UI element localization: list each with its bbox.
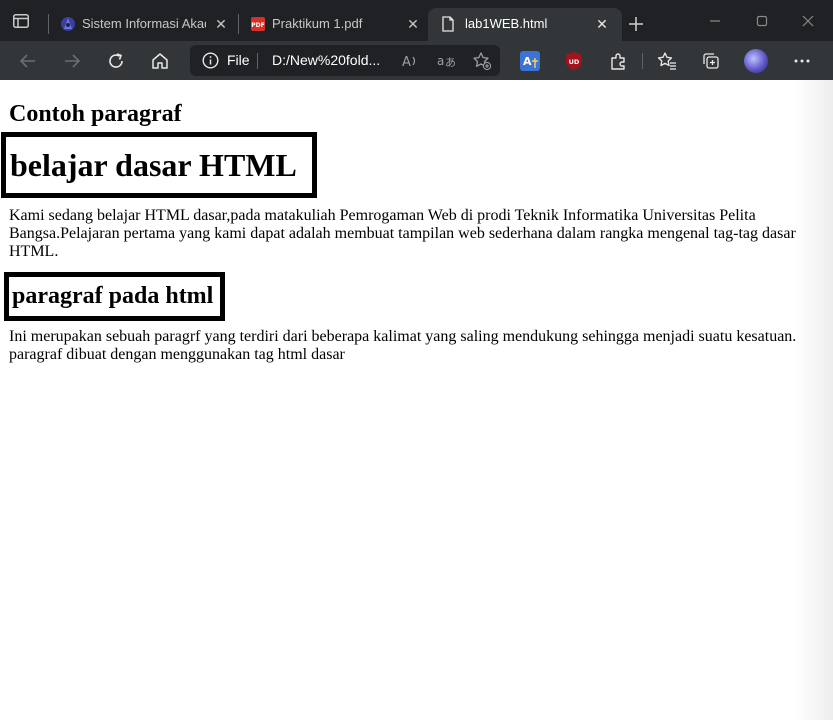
paragraph-definition: Ini merupakan sebuah paragrf yang terdir…: [9, 328, 797, 363]
address-bar[interactable]: File D:/New%20fold... A aあ: [190, 45, 500, 76]
translator-extension-icon[interactable]: A: [520, 51, 540, 71]
tab-actions-icon[interactable]: [13, 14, 29, 28]
back-icon[interactable]: [18, 51, 38, 71]
svg-text:A: A: [402, 55, 411, 70]
home-icon[interactable]: [150, 51, 170, 71]
info-icon[interactable]: [202, 52, 219, 74]
svg-text:A: A: [523, 55, 532, 68]
url-text[interactable]: D:/New%20fold...: [272, 52, 380, 68]
svg-text:a: a: [437, 54, 444, 68]
add-favorite-icon[interactable]: [472, 51, 492, 76]
tab-praktikum-pdf[interactable]: PDF Praktikum 1.pdf ✕: [242, 8, 426, 41]
read-aloud-icon[interactable]: A: [401, 52, 419, 75]
omnibox-divider: [257, 53, 258, 69]
boxed-heading-belajar: belajar dasar HTML: [1, 132, 317, 198]
tab-divider: [48, 14, 49, 34]
browser-toolbar: File D:/New%20fold... A aあ A UD: [0, 41, 833, 80]
page-viewport: Contoh paragraf belajar dasar HTML Kami …: [0, 80, 833, 720]
svg-text:PDF: PDF: [251, 22, 264, 29]
close-window-icon[interactable]: [799, 12, 817, 30]
paragraph-intro: Kami sedang belajar HTML dasar,pada mata…: [9, 207, 796, 260]
tab-title: Sistem Informasi Akade: [82, 16, 206, 31]
document-icon: [440, 16, 456, 32]
pdf-icon: PDF: [250, 16, 266, 32]
minimize-icon[interactable]: [706, 12, 724, 30]
tab-sistem-informasi[interactable]: Sistem Informasi Akade ✕: [52, 8, 236, 41]
close-icon[interactable]: ✕: [214, 17, 228, 31]
svg-text:UD: UD: [569, 58, 580, 66]
tab-title: lab1WEB.html: [465, 16, 548, 31]
page-heading: Contoh paragraf: [9, 101, 182, 127]
profile-avatar-icon[interactable]: [744, 49, 768, 73]
scheme-label: File: [227, 52, 250, 68]
university-logo-icon: [60, 16, 76, 32]
tab-lab1web[interactable]: lab1WEB.html ✕: [428, 8, 622, 41]
collections-icon[interactable]: [701, 51, 721, 71]
more-menu-icon[interactable]: [792, 51, 812, 71]
tab-divider: [238, 14, 239, 34]
favorites-icon[interactable]: [657, 51, 677, 71]
toolbar-divider: [642, 53, 643, 69]
ublock-shield-icon[interactable]: UD: [564, 51, 584, 71]
svg-text:あ: あ: [445, 56, 455, 69]
tab-title: Praktikum 1.pdf: [272, 16, 363, 31]
browser-titlebar: Sistem Informasi Akade ✕ PDF Praktikum 1…: [0, 0, 833, 41]
boxed-heading-paragraf: paragraf pada html: [4, 272, 225, 321]
new-tab-icon[interactable]: [626, 14, 646, 34]
maximize-icon[interactable]: [753, 12, 771, 30]
close-icon[interactable]: ✕: [595, 17, 609, 31]
refresh-icon[interactable]: [106, 51, 126, 71]
extensions-puzzle-icon[interactable]: [608, 51, 628, 71]
forward-icon[interactable]: [62, 51, 82, 71]
translate-icon[interactable]: aあ: [437, 52, 456, 75]
close-icon[interactable]: ✕: [406, 17, 420, 31]
